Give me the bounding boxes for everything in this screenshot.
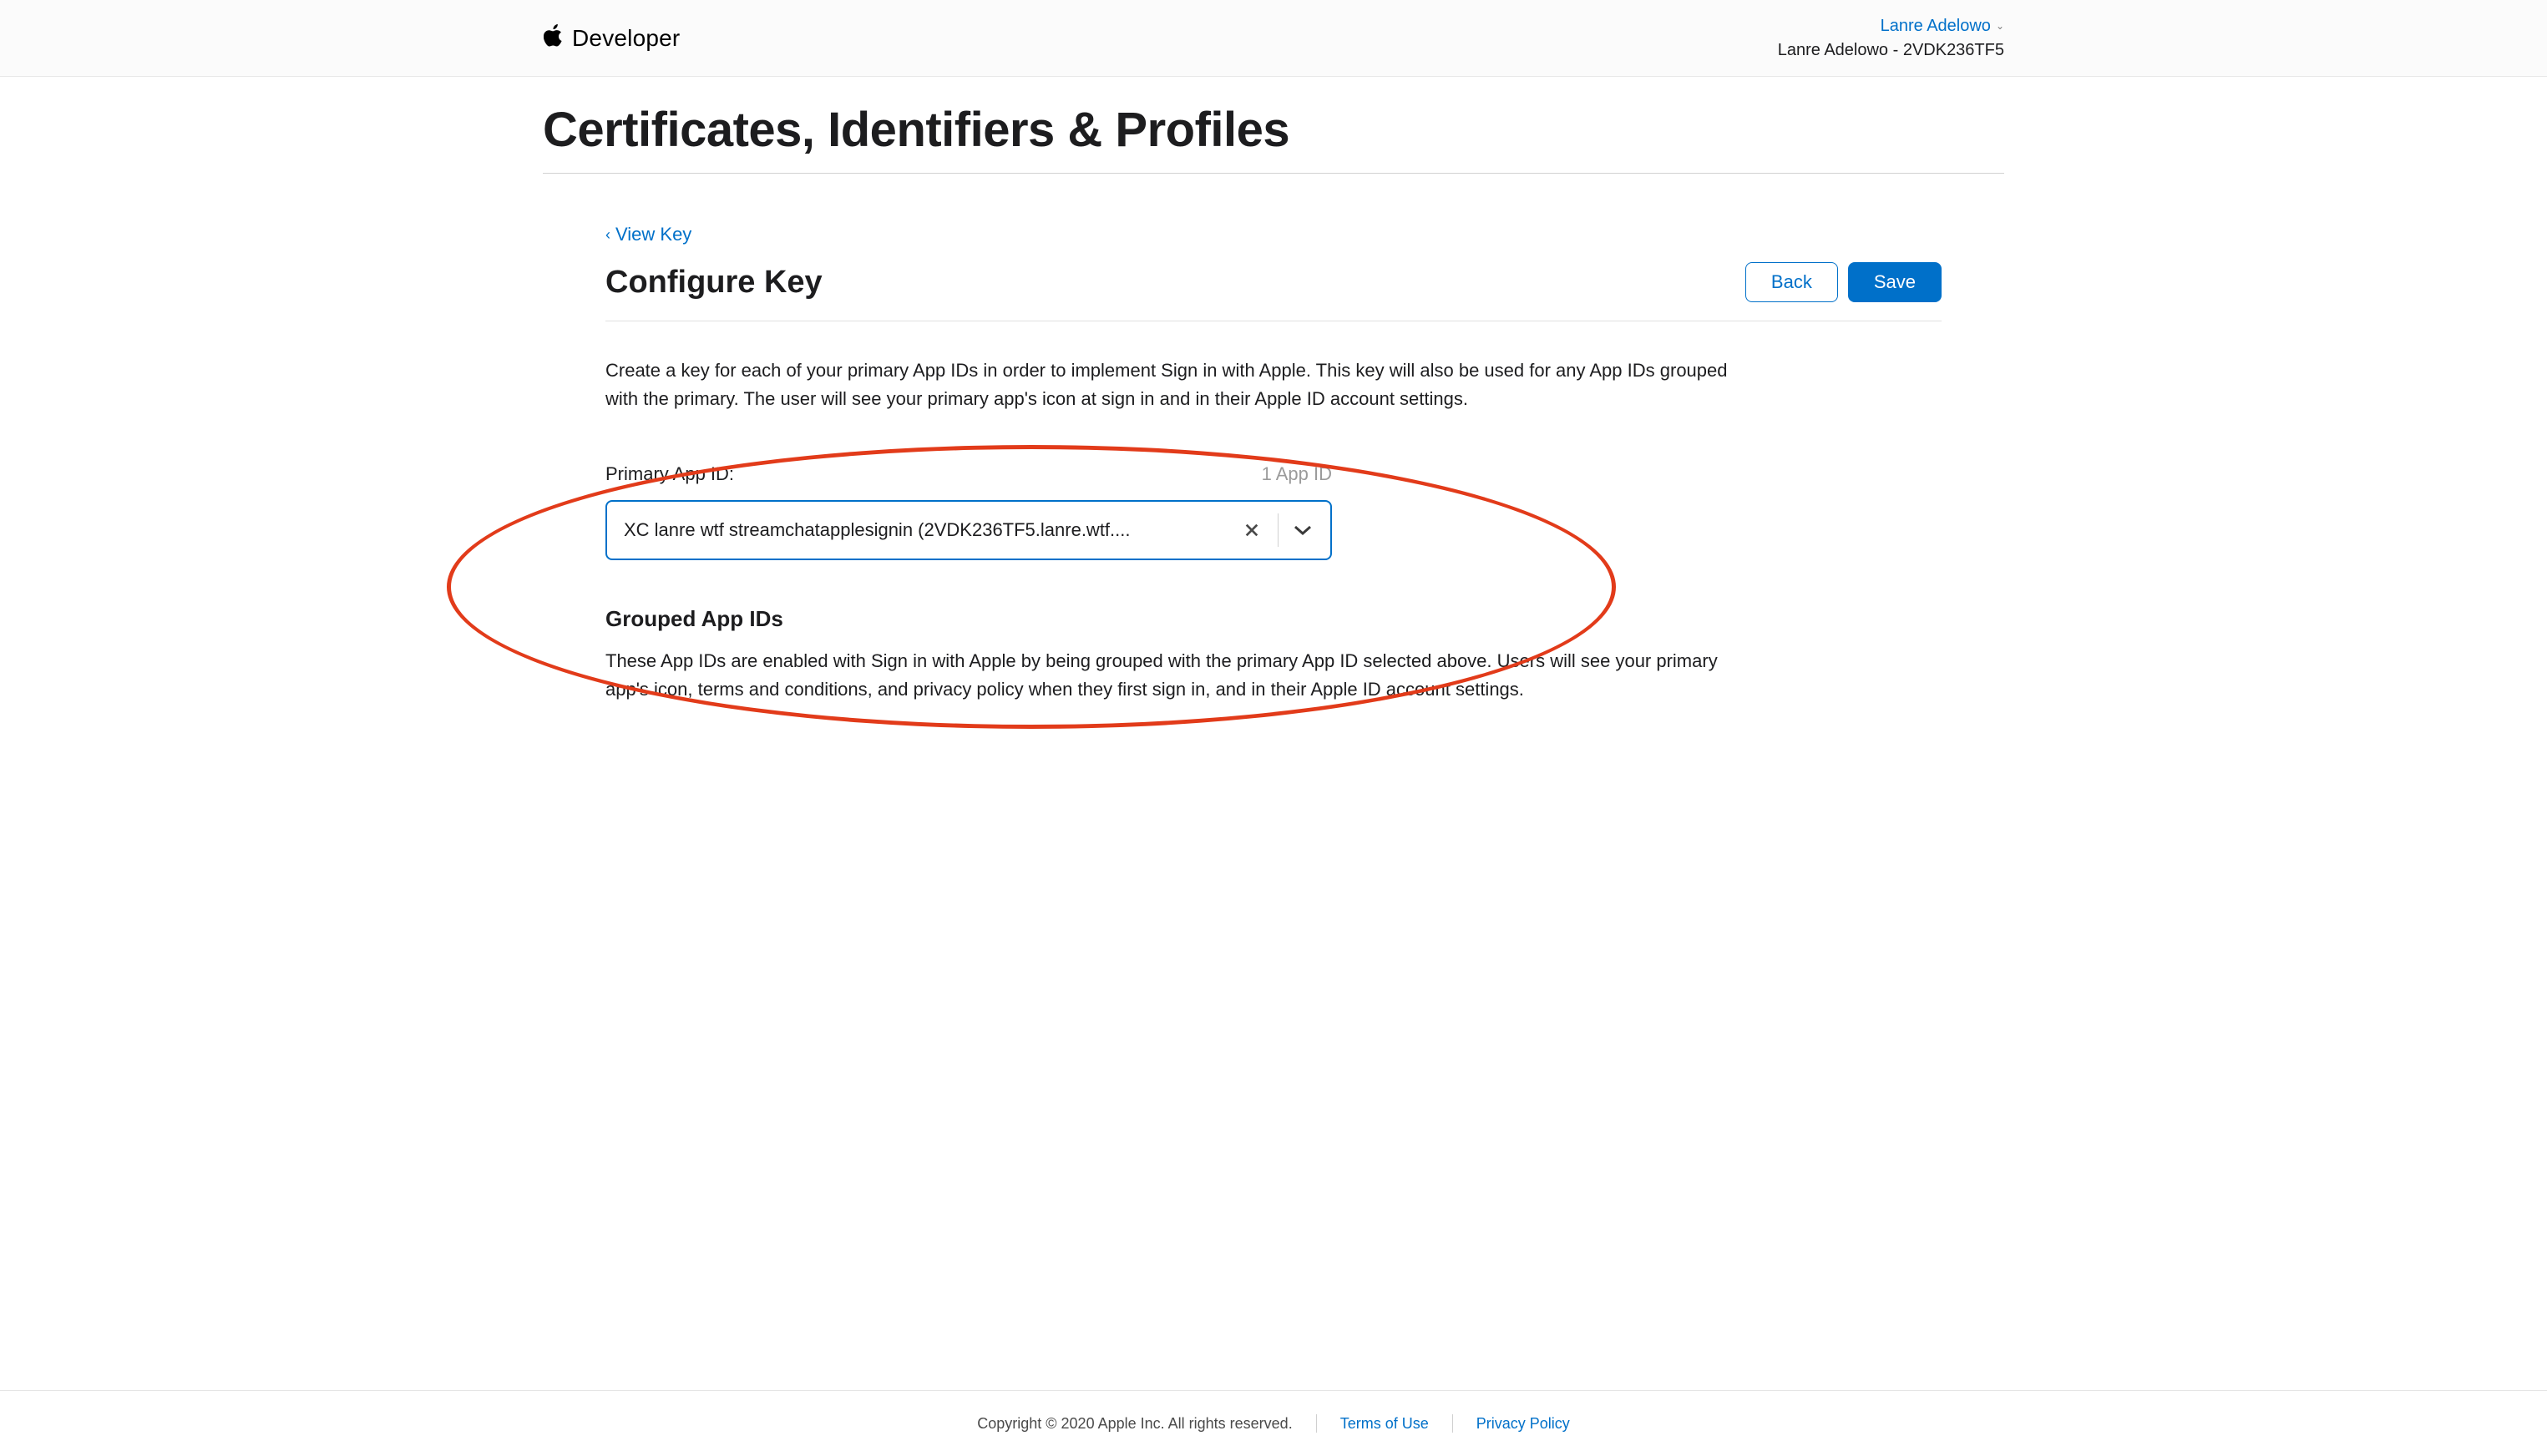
- grouped-app-ids-description: These App IDs are enabled with Sign in w…: [605, 647, 1741, 704]
- primary-app-id-select[interactable]: XC lanre wtf streamchatapplesignin (2VDK…: [605, 500, 1332, 560]
- brand-text: Developer: [572, 25, 680, 52]
- page-title: Certificates, Identifiers & Profiles: [543, 102, 2004, 158]
- footer-copyright: Copyright © 2020 Apple Inc. All rights r…: [977, 1415, 1292, 1433]
- account-team: Lanre Adelowo - 2VDK236TF5: [1778, 41, 2004, 60]
- terms-of-use-link[interactable]: Terms of Use: [1340, 1415, 1429, 1433]
- grouped-app-ids-title: Grouped App IDs: [605, 606, 1942, 632]
- footer: Copyright © 2020 Apple Inc. All rights r…: [0, 1390, 2547, 1456]
- account-name: Lanre Adelowo: [1881, 17, 1991, 36]
- view-key-link[interactable]: ‹ View Key: [605, 224, 691, 245]
- section-title: Configure Key: [605, 265, 823, 301]
- divider: [1452, 1414, 1453, 1433]
- primary-app-id-count: 1 App ID: [1262, 463, 1332, 485]
- save-button[interactable]: Save: [1848, 262, 1942, 302]
- clear-selection-button[interactable]: [1238, 516, 1266, 544]
- primary-app-id-label: Primary App ID:: [605, 463, 734, 485]
- privacy-policy-link[interactable]: Privacy Policy: [1476, 1415, 1570, 1433]
- section-description: Create a key for each of your primary Ap…: [605, 356, 1741, 413]
- apple-logo-icon: [544, 24, 564, 52]
- account-menu[interactable]: Lanre Adelowo ⌄: [1778, 17, 2004, 36]
- chevron-down-icon: [1294, 524, 1312, 536]
- back-link-label: View Key: [615, 224, 691, 245]
- x-icon: [1244, 523, 1259, 538]
- top-bar: Developer Lanre Adelowo ⌄ Lanre Adelowo …: [0, 0, 2547, 77]
- back-button[interactable]: Back: [1745, 262, 1838, 302]
- brand[interactable]: Developer: [544, 24, 680, 52]
- divider: [1278, 513, 1279, 547]
- dropdown-toggle[interactable]: [1290, 524, 1315, 536]
- chevron-down-icon: ⌄: [1996, 20, 2004, 32]
- divider: [1316, 1414, 1317, 1433]
- chevron-left-icon: ‹: [605, 226, 610, 244]
- primary-app-id-value: XC lanre wtf streamchatapplesignin (2VDK…: [624, 519, 1238, 541]
